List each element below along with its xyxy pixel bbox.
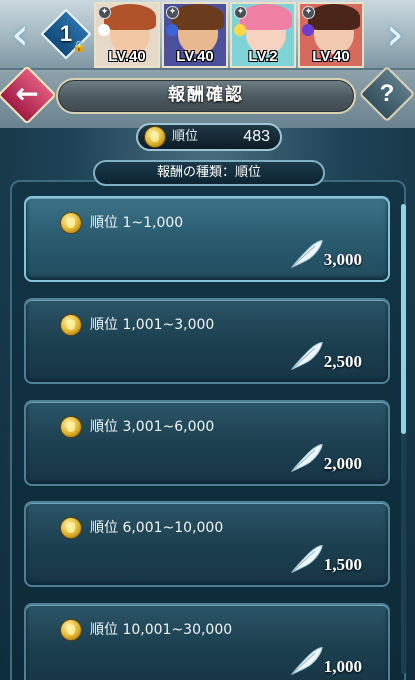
skill-icon [98, 24, 110, 36]
question-mark-icon[interactable]: ? [367, 74, 407, 114]
reward-card[interactable]: 順位 3,001~6,000 2,000 [24, 400, 390, 486]
level-label: LV.2 [248, 48, 278, 65]
reward-card[interactable]: 順位 1~1,000 3,000 [24, 196, 390, 282]
feather-icon [288, 340, 324, 372]
party-portrait[interactable]: ✦ LV.40 [162, 2, 228, 68]
party-portrait[interactable]: ✦ LV.40 [94, 2, 160, 68]
reward-amount: 1,500 [323, 555, 362, 574]
page-title: 報酬確認 [168, 85, 244, 105]
medal-icon [144, 126, 166, 148]
reward-rank-range: 順位 6,001~10,000 [90, 520, 224, 536]
feather-icon [288, 543, 324, 575]
weapon-icon: ✦ [98, 6, 111, 19]
character-hair [240, 4, 292, 30]
prev-team-arrow-icon[interactable]: ‹ [0, 10, 40, 60]
reward-card[interactable]: 順位 1,001~3,000 2,500 [24, 298, 390, 384]
medal-icon [60, 416, 82, 438]
medal-icon [60, 314, 82, 336]
feather-icon [288, 645, 324, 677]
feather-icon [288, 238, 324, 270]
weapon-icon: ✦ [234, 6, 247, 19]
character-hair [172, 4, 224, 30]
rank-value: 483 [243, 128, 270, 145]
level-label: LV.40 [108, 48, 146, 65]
reward-amount: 1,000 [323, 657, 362, 676]
medal-icon [60, 517, 82, 539]
level-label: LV.40 [176, 48, 214, 65]
rank-label: 順位 [172, 129, 199, 144]
reward-card[interactable]: 順位 10,001~30,000 1,000 [24, 603, 390, 680]
back-arrow-icon[interactable]: ← [6, 74, 48, 116]
weapon-icon: ✦ [302, 6, 315, 19]
skill-icon [302, 24, 314, 36]
character-hair [104, 4, 156, 30]
reward-type-label: 報酬の種類：順位 [93, 160, 325, 186]
reward-rank-range: 順位 1,001~3,000 [90, 317, 215, 333]
party-portrait[interactable]: ✦ LV.40 [298, 2, 364, 68]
party-portrait[interactable]: ✦ LV.2 [230, 2, 296, 68]
reward-amount: 2,000 [323, 454, 362, 473]
feather-icon [288, 442, 324, 474]
reward-rank-range: 順位 1~1,000 [90, 215, 184, 231]
reward-rank-range: 順位 10,001~30,000 [90, 622, 233, 638]
medal-icon [60, 619, 82, 641]
reward-rank-range: 順位 3,001~6,000 [90, 419, 215, 435]
scrollbar-thumb[interactable] [401, 204, 406, 434]
reward-card[interactable]: 順位 6,001~10,000 1,500 [24, 501, 390, 587]
lock-icon: 🔒 [72, 40, 86, 53]
skill-icon [234, 24, 246, 36]
reward-amount: 2,500 [323, 352, 362, 371]
party-bar: ‹ 1 🔒 ✦ LV.40 ✦ LV.40 ✦ LV.2 ✦ LV.40 › [0, 0, 415, 70]
medal-icon [60, 212, 82, 234]
reward-amount: 3,000 [323, 250, 362, 269]
next-team-arrow-icon[interactable]: › [375, 10, 415, 60]
level-label: LV.40 [312, 48, 350, 65]
skill-icon [166, 24, 178, 36]
character-hair [308, 4, 360, 30]
weapon-icon: ✦ [166, 6, 179, 19]
